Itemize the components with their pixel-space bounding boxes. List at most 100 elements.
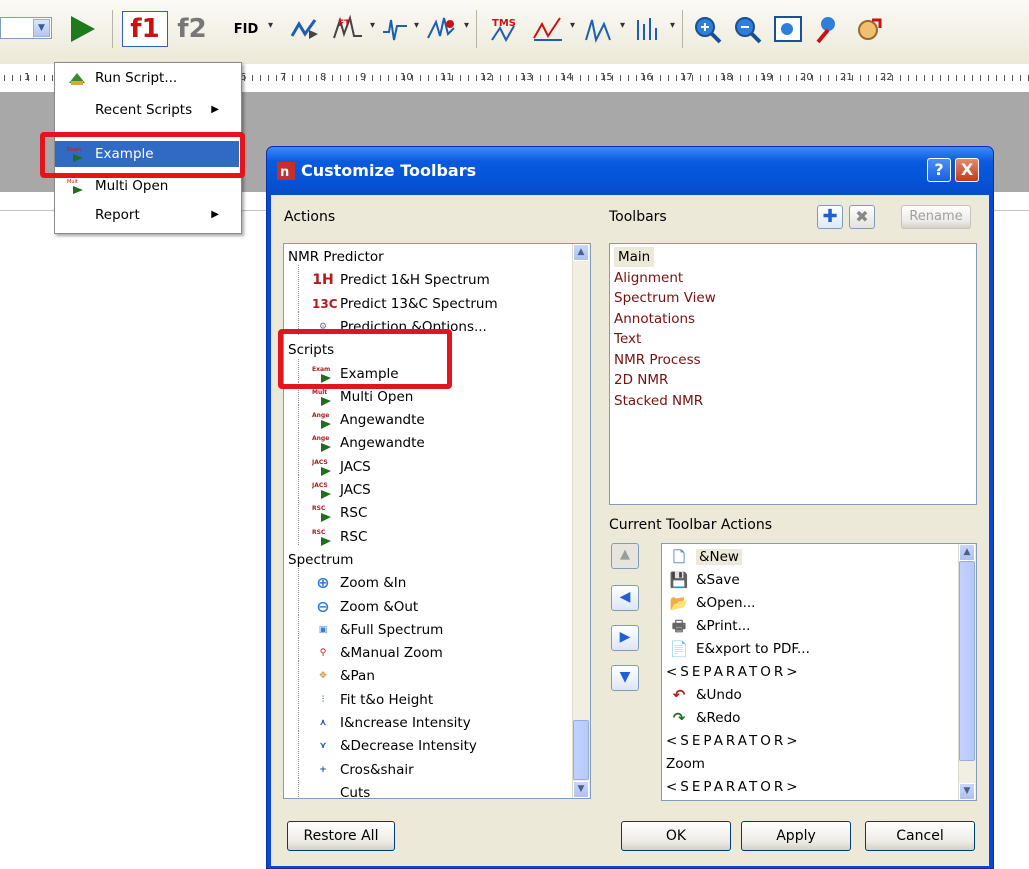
separator-entry[interactable]: <SEPARATOR> [666, 730, 801, 753]
tree-item[interactable]: Mult Multi Open [312, 386, 413, 409]
move-down-button[interactable]: ▼ [611, 665, 639, 691]
toolbar-item[interactable]: NMR Process [614, 350, 701, 370]
intensity-dropdown-arrow[interactable]: ▾ [670, 20, 675, 31]
ok-button[interactable]: OK [621, 821, 731, 851]
tree-group[interactable]: NMR Predictor [288, 246, 384, 269]
multiplet-icon[interactable] [530, 10, 566, 48]
current-action-item[interactable]: Zoom [666, 753, 705, 776]
tms-reference-icon[interactable]: TMS [486, 10, 526, 48]
tree-item[interactable]: ▣ &Full Spectrum [312, 619, 444, 642]
rename-button[interactable]: Rename [901, 205, 971, 229]
pan-icon[interactable] [850, 10, 886, 48]
scroll-down-icon[interactable]: ▼ [959, 783, 975, 800]
apply-button[interactable]: Apply [741, 821, 851, 851]
dialog-titlebar[interactable]: n Customize Toolbars ? X [267, 147, 993, 195]
tree-item[interactable]: + Cros&shair [312, 759, 413, 782]
menu-item-run-script[interactable]: Run Script... [55, 65, 239, 91]
manual-zoom-icon[interactable] [810, 10, 846, 48]
add-toolbar-button[interactable]: ✚ [817, 205, 843, 229]
current-action-item[interactable]: 📂 &Open... [668, 592, 756, 615]
toolbars-list[interactable]: Main Alignment Spectrum View Annotations Tex… [609, 243, 977, 505]
fid-icon[interactable]: FID [228, 10, 264, 48]
submenu-arrow-icon: ▶ [211, 104, 219, 115]
redo-icon: ↷ [672, 709, 686, 727]
scroll-up-icon[interactable]: ▲ [573, 244, 589, 261]
delete-toolbar-button[interactable]: ✖ [849, 205, 875, 229]
full-icon: ▣ [318, 624, 328, 635]
actions-tree[interactable]: ▲ ▼ NMR Predictor 1H Predict 1&H Spectrum 1… [283, 243, 591, 799]
tree-item[interactable]: ⊖ Zoom &Out [312, 596, 418, 619]
peak-pick-icon[interactable] [380, 10, 410, 48]
f2-icon[interactable]: f2 [172, 10, 212, 48]
multiplet-dropdown-arrow[interactable]: ▾ [570, 20, 575, 31]
current-action-item[interactable]: 🖶 &Print... [668, 615, 751, 638]
actions-scrollbar[interactable]: ▲ ▼ [572, 244, 590, 798]
toolbar-item[interactable]: Alignment [614, 268, 683, 288]
tree-item[interactable]: Ange Angewandte [312, 432, 425, 455]
scroll-down-icon[interactable]: ▼ [573, 781, 589, 798]
fit-dropdown-arrow[interactable]: ▾ [620, 20, 625, 31]
tree-item[interactable]: ⋎ &Decrease Intensity [312, 735, 477, 758]
f1-icon[interactable]: f1 [122, 11, 168, 47]
move-right-button[interactable]: ▶ [611, 625, 639, 651]
toolbar-item[interactable]: 2D NMR [614, 370, 668, 390]
tree-item[interactable]: ⚲ &Manual Zoom [312, 642, 443, 665]
tree-item[interactable]: 13C Predict 13&C Spectrum [312, 293, 498, 316]
baseline-icon[interactable]: FT [330, 10, 366, 48]
tree-item[interactable]: RSC RSC [312, 502, 367, 525]
zoom-in-icon[interactable] [690, 10, 726, 48]
menu-item-report[interactable]: Report ▶ [55, 202, 239, 228]
current-actions-scrollbar[interactable]: ▲ ▼ [958, 544, 976, 800]
separator-entry[interactable]: <SEPARATOR> [666, 776, 801, 799]
increase-intensity-icon[interactable] [630, 10, 666, 48]
run-script-icon[interactable] [62, 10, 102, 48]
integrate-icon[interactable] [424, 10, 460, 48]
tree-item[interactable]: JACS JACS [311, 456, 371, 479]
toolbar-combo[interactable]: ▼ [0, 17, 52, 39]
current-toolbar-actions-label: Current Toolbar Actions [609, 517, 773, 533]
baseline-dropdown-arrow[interactable]: ▾ [370, 20, 375, 31]
tree-item[interactable]: ⋏ I&ncrease Intensity [312, 712, 470, 735]
toolbar-item[interactable]: Text [614, 329, 641, 349]
toolbar-item[interactable]: Stacked NMR [614, 391, 703, 411]
separator-entry[interactable]: <SEPARATOR> [666, 661, 801, 684]
scroll-thumb[interactable] [959, 561, 975, 761]
tree-item[interactable]: ✥ &Pan [312, 665, 375, 688]
tree-connector [298, 661, 299, 685]
help-button[interactable]: ? [927, 158, 951, 182]
current-action-item[interactable]: ↷ &Redo [668, 707, 741, 730]
scroll-thumb[interactable] [573, 720, 589, 780]
tree-item[interactable]: ⫶ Fit t&o Height [312, 689, 433, 712]
current-action-item[interactable]: ↶ &Undo [668, 684, 742, 707]
tree-item[interactable]: 1H Predict 1&H Spectrum [312, 269, 490, 292]
chevron-down-icon[interactable]: ▼ [33, 19, 50, 37]
fit-height-icon[interactable] [580, 10, 616, 48]
peak-dropdown-arrow[interactable]: ▾ [414, 20, 419, 31]
tree-item[interactable]: Ange Angewandte [312, 409, 425, 432]
move-left-button[interactable]: ◀ [611, 585, 639, 611]
restore-all-button[interactable]: Restore All [287, 821, 395, 851]
current-actions-list[interactable]: ▲ ▼ 🗋 &New 💾 &Save 📂 &Open... 🖶 &Print... 📄 E&xpo… [661, 543, 977, 801]
current-action-item[interactable]: ▶&Run Script [668, 799, 776, 800]
tree-item[interactable]: RSC RSC [312, 526, 367, 549]
tree-item[interactable]: Cuts [312, 782, 370, 798]
close-button[interactable]: X [955, 158, 979, 182]
phase-icon[interactable] [286, 10, 322, 48]
current-action-item[interactable]: 💾 &Save [668, 569, 740, 592]
current-action-item[interactable]: 🗋 &New [668, 546, 742, 569]
full-spectrum-icon[interactable] [770, 10, 806, 48]
toolbar-item[interactable]: Annotations [614, 309, 695, 329]
current-action-item[interactable]: 📄 E&xport to PDF... [668, 638, 810, 661]
tree-item[interactable]: JACS JACS [311, 479, 371, 502]
cancel-button[interactable]: Cancel [865, 821, 975, 851]
tree-item[interactable]: ⊕ Zoom &In [312, 572, 406, 595]
scroll-up-icon[interactable]: ▲ [959, 544, 975, 561]
zoom-out-icon[interactable] [730, 10, 766, 48]
toolbar-item[interactable]: Spectrum View [614, 288, 716, 308]
ruler-mark [628, 75, 629, 81]
menu-item-recent-scripts[interactable]: Recent Scripts ▶ [55, 97, 239, 123]
integrate-dropdown-arrow[interactable]: ▾ [464, 20, 469, 31]
move-up-button[interactable]: ▲ [611, 543, 639, 569]
fid-dropdown-arrow[interactable]: ▾ [268, 20, 273, 31]
toolbar-item-selected[interactable]: Main [614, 247, 655, 267]
